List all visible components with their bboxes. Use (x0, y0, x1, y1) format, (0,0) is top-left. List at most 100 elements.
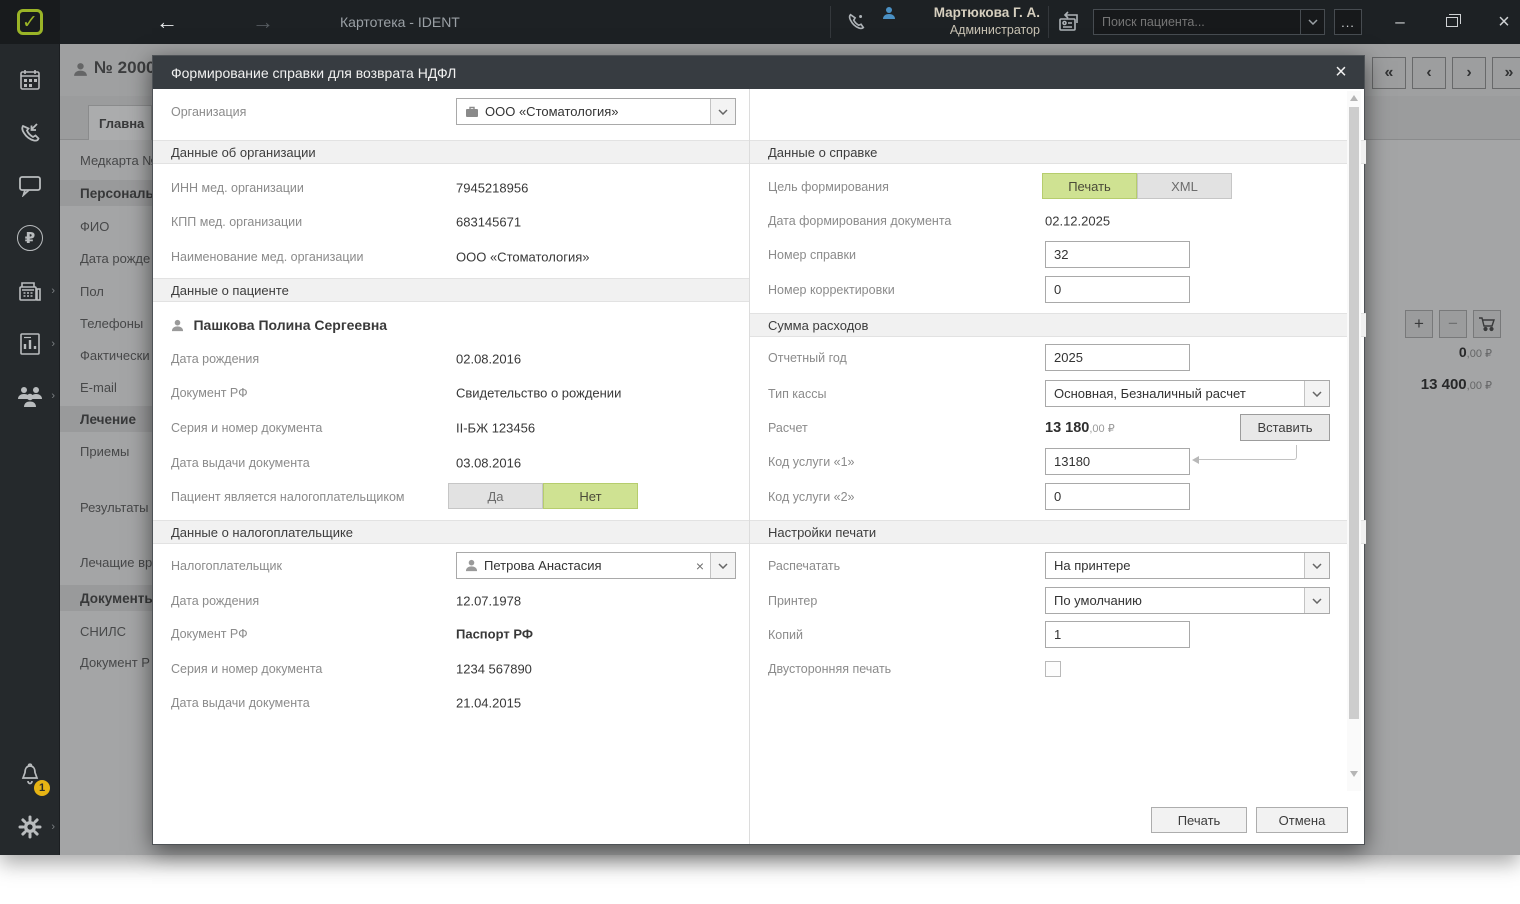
service-code2-input[interactable] (1045, 483, 1190, 510)
doc-issue-label: Дата выдачи документа (171, 456, 310, 470)
forward-button[interactable]: → (243, 0, 283, 44)
cancel-button[interactable]: Отмена (1256, 807, 1348, 833)
sidebar-item-schedule[interactable] (0, 57, 60, 103)
chevron-down-icon (1304, 553, 1329, 578)
section-header-certificate: Данные о справке (750, 140, 1366, 164)
app-window: ✓ ← → Картотека - IDENT Мартюкова Г. А. … (0, 0, 1520, 855)
sidebar-item-reports[interactable]: › (0, 321, 60, 367)
sidebar-item-messages[interactable] (0, 162, 60, 208)
topbar: ✓ ← → Картотека - IDENT Мартюкова Г. А. … (0, 0, 1520, 44)
schedule-icon (17, 67, 43, 93)
is-taxpayer-label: Пациент является налогоплательщиком (171, 490, 405, 504)
sidebar: ₽ › (0, 44, 60, 855)
chevron-down-icon[interactable] (710, 553, 735, 578)
purpose-print-button[interactable]: Печать (1042, 173, 1137, 199)
sidebar-item-payments[interactable]: ₽ (0, 215, 60, 261)
section-header-organization: Данные об организации (153, 140, 749, 164)
org-name-value: ООО «Стоматология» (456, 249, 589, 264)
taxpayer-no-button[interactable]: Нет (543, 483, 638, 509)
chevron-down-icon[interactable] (1300, 10, 1324, 34)
printer-label: Принтер (768, 594, 817, 608)
gear-icon (17, 814, 43, 840)
notification-badge: 1 (34, 780, 50, 796)
app-logo[interactable]: ✓ (0, 0, 60, 44)
user-role: Администратор (880, 22, 1040, 39)
duplex-checkbox[interactable] (1045, 661, 1061, 677)
calc-label: Расчет (768, 421, 808, 435)
chat-icon (17, 173, 43, 197)
cash-register-icon (16, 278, 44, 304)
tp-issue-value: 21.04.2015 (456, 695, 521, 710)
insert-button[interactable]: Вставить (1240, 414, 1330, 441)
dialog-body: Организация ООО «Стоматология» (153, 89, 1364, 844)
sidebar-item-partners[interactable]: › (0, 373, 60, 419)
service-code1-label: Код услуги «1» (768, 455, 855, 469)
ruble-icon: ₽ (17, 225, 43, 251)
sidebar-item-settings[interactable]: › (0, 804, 60, 850)
scroll-up-icon[interactable] (1350, 95, 1358, 101)
close-window-button[interactable]: × (1482, 0, 1520, 44)
left-column: Организация ООО «Стоматология» (153, 89, 749, 844)
chevron-down-icon (1304, 588, 1329, 613)
chevron-right-icon: › (51, 390, 55, 402)
birth-date-value: 02.08.2016 (456, 351, 521, 366)
service-code2-label: Код услуги «2» (768, 490, 855, 504)
ndfl-certificate-dialog: Формирование справки для возврата НДФЛ ×… (152, 55, 1365, 845)
minimize-button[interactable]: – (1378, 0, 1422, 44)
logo-check-icon: ✓ (17, 9, 43, 35)
reports-icon (17, 331, 43, 357)
search-input[interactable] (1094, 15, 1300, 29)
cash-type-select[interactable]: Основная, Безналичный расчет (1045, 380, 1330, 407)
back-button[interactable]: ← (147, 0, 187, 44)
cert-number-input[interactable] (1045, 241, 1190, 268)
clear-taxpayer-button[interactable]: × (690, 553, 710, 578)
dialog-scrollbar[interactable] (1347, 91, 1361, 791)
scroll-down-icon[interactable] (1350, 771, 1358, 777)
purpose-xml-button[interactable]: XML (1137, 173, 1232, 199)
section-header-print: Настройки печати (750, 520, 1366, 544)
org-name-label: Наименование мед. организации (171, 250, 363, 264)
doc-label: Документ РФ (171, 386, 248, 400)
section-header-patient: Данные о пациенте (153, 278, 749, 302)
service-code1-input[interactable] (1045, 448, 1190, 475)
print-target-select[interactable]: На принтере (1045, 552, 1330, 579)
taxpayer-value: Петрова Анастасия (484, 558, 602, 573)
cash-type-label: Тип кассы (768, 387, 827, 401)
incoming-call-icon (17, 120, 43, 146)
print-target-label: Распечатать (768, 559, 840, 573)
purpose-toggle: Печать XML (1042, 173, 1232, 199)
phone-icon[interactable] (845, 11, 867, 33)
taxpayer-yes-button[interactable]: Да (448, 483, 543, 509)
copies-input[interactable] (1045, 621, 1190, 648)
chevron-down-icon (710, 99, 735, 124)
tp-doc-label: Документ РФ (171, 627, 248, 641)
maximize-button[interactable] (1430, 0, 1474, 44)
organization-select[interactable]: ООО «Стоматология» (456, 98, 736, 125)
screen: ✓ ← → Картотека - IDENT Мартюкова Г. А. … (0, 0, 1520, 904)
form-date-value: 02.12.2025 (1045, 213, 1110, 228)
chevron-right-icon: › (51, 285, 55, 297)
correction-input[interactable] (1045, 276, 1190, 303)
card-switch-icon[interactable] (1057, 10, 1083, 34)
doc-series-label: Серия и номер документа (171, 421, 322, 435)
cash-type-value: Основная, Безналичный расчет (1054, 386, 1246, 401)
sidebar-item-notifications[interactable]: 1 (0, 752, 60, 798)
patient-search (1093, 9, 1325, 35)
close-dialog-button[interactable]: × (1326, 56, 1356, 89)
sidebar-item-cash-register[interactable]: › (0, 268, 60, 314)
window-title: Картотека - IDENT (340, 0, 460, 44)
birth-date-label: Дата рождения (171, 352, 259, 366)
briefcase-icon (465, 105, 479, 118)
kpp-value: 683145671 (456, 214, 521, 229)
sidebar-item-calls[interactable] (0, 110, 60, 156)
print-button[interactable]: Печать (1151, 807, 1247, 833)
tp-doc-value: Паспорт РФ (456, 626, 533, 641)
current-user[interactable]: Мартюкова Г. А. Администратор (880, 4, 1040, 39)
report-year-input[interactable] (1045, 344, 1190, 371)
scrollbar-thumb[interactable] (1349, 107, 1359, 719)
section-header-expenses: Сумма расходов (750, 313, 1366, 337)
section-header-taxpayer: Данные о налогоплательщике (153, 520, 749, 544)
taxpayer-select[interactable]: Петрова Анастасия × (456, 552, 736, 579)
printer-select[interactable]: По умолчанию (1045, 587, 1330, 614)
more-button[interactable]: ... (1334, 9, 1362, 35)
